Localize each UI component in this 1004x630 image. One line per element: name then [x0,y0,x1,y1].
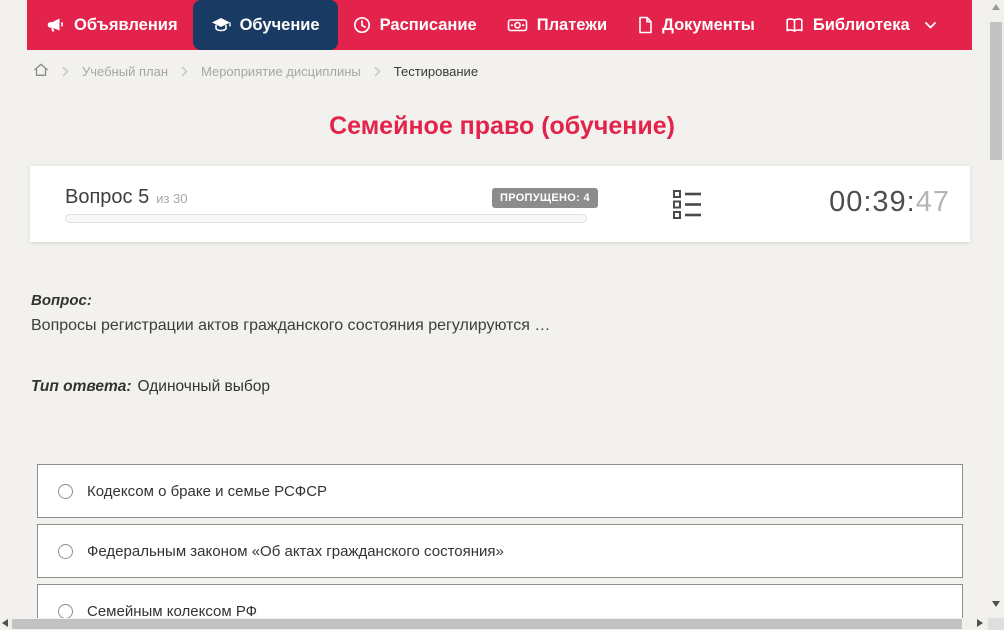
progress-bar [65,214,587,223]
timer-seconds: 47 [915,186,950,218]
breadcrumb: Учебный план Мероприятие дисциплины Тест… [33,62,478,81]
nav-item-label: Документы [662,15,755,34]
nav-item-label: Расписание [379,15,477,34]
timer: 00:39:47 [829,186,950,219]
skipped-badge: ПРОПУЩЕНО: 4 [492,188,598,208]
nav-item-label: Библиотека [812,15,910,34]
breadcrumb-separator-icon [181,66,188,77]
question-text: Вопросы регистрации актов гражданского с… [31,317,551,334]
question-heading: Вопрос: [31,292,92,309]
page-title: Семейное право (обучение) [329,112,675,140]
timer-hours-minutes: 00:39: [829,186,916,218]
scroll-up-arrow-icon[interactable] [992,4,1000,10]
answer-option-label: Семейным колексом РФ [87,602,258,620]
radio-icon[interactable] [58,543,73,559]
scroll-left-arrow-icon[interactable] [2,619,8,627]
radio-icon[interactable] [58,483,73,499]
breadcrumb-item-discipline-event[interactable]: Мероприятие дисциплины [201,64,361,79]
breadcrumb-separator-icon [62,66,69,77]
nav-item-library[interactable]: Библиотека [770,0,951,50]
vertical-scrollbar[interactable] [988,0,1004,618]
nav-item-label: Объявления [74,15,178,34]
scrollbar-corner [988,618,1004,630]
question-list-icon[interactable] [672,188,703,226]
nav-item-learning[interactable]: Обучение [192,0,338,50]
clock-icon [353,16,371,34]
answer-type-label: Тип ответа: [31,378,132,395]
chevron-down-icon [924,21,936,29]
graduation-cap-icon [211,16,231,34]
nav-item-label: Платежи [536,15,608,34]
vertical-scrollbar-thumb[interactable] [990,22,1002,160]
answer-option-1[interactable]: Кодексом о браке и семье РСФСР [37,464,963,518]
question-number-label: Вопрос 5 [65,186,150,208]
horizontal-scrollbar-thumb[interactable] [12,619,962,629]
banknote-icon [507,16,528,34]
question-total-label: из 30 [156,191,188,206]
nav-item-label: Обучение [239,15,320,34]
question-number: Вопрос 5 из 30 [65,186,188,209]
nav-item-schedule[interactable]: Расписание [338,0,492,50]
answer-option-2[interactable]: Федеральным законом «Об актах гражданско… [37,524,963,578]
scroll-down-arrow-icon[interactable] [992,601,1000,607]
top-navigation: Объявления Обучение Расписание Платежи Д… [27,0,972,50]
radio-icon[interactable] [58,603,73,619]
document-icon [637,16,653,34]
answer-option-label: Федеральным законом «Об актах гражданско… [87,542,504,560]
question-header-card: Вопрос 5 из 30 ПРОПУЩЕНО: 4 00:39:47 [30,166,970,242]
horizontal-scrollbar[interactable] [0,618,988,630]
answer-option-label: Кодексом о браке и семье РСФСР [87,482,328,500]
nav-item-announcements[interactable]: Объявления [31,0,193,50]
home-icon[interactable] [33,62,49,81]
book-icon [785,16,804,34]
answer-type-value: Одиночный выбор [137,378,271,395]
scroll-right-arrow-icon[interactable] [977,619,983,627]
quiz-page: Объявления Обучение Расписание Платежи Д… [0,0,1004,630]
answer-type: Тип ответа: Одиночный выбор [31,378,270,396]
megaphone-icon [46,16,65,34]
nav-item-documents[interactable]: Документы [622,0,770,50]
breadcrumb-separator-icon [374,66,381,77]
breadcrumb-item-study-plan[interactable]: Учебный план [82,64,168,79]
breadcrumb-item-testing: Тестирование [393,64,479,79]
nav-item-payments[interactable]: Платежи [492,0,622,50]
